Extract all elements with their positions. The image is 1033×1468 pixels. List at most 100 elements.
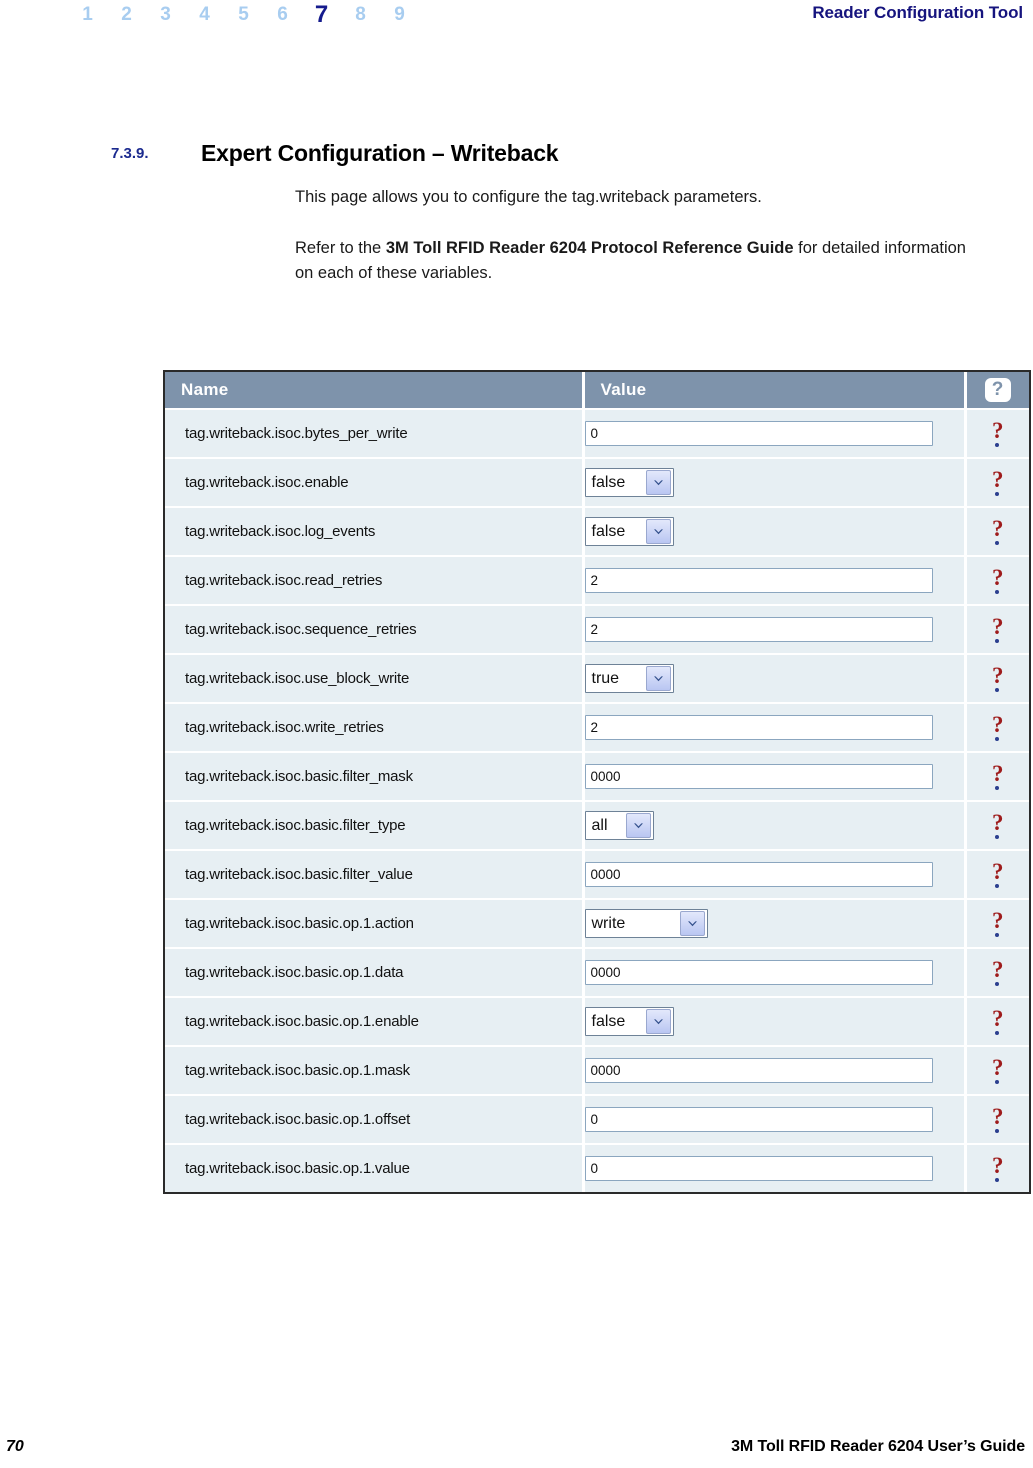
parameter-value-cell: true (583, 654, 967, 704)
dropdown-arrow-button[interactable] (645, 666, 671, 691)
question-mark-help-icon[interactable]: ? (988, 613, 1008, 644)
help-cell[interactable]: ? (965, 899, 1029, 949)
help-icon-dot (994, 442, 999, 447)
dropdown-arrow-button[interactable] (645, 519, 671, 544)
parameter-name: tag.writeback.isoc.read_retries (185, 572, 383, 589)
table-row: tag.writeback.isoc.write_retries? (165, 703, 1029, 753)
value-input[interactable] (584, 568, 933, 593)
tool-title: Reader Configuration Tool (812, 3, 1023, 22)
question-mark-help-icon[interactable]: ? (988, 1103, 1008, 1134)
value-input[interactable] (584, 617, 933, 642)
pager-number-3[interactable]: 3 (146, 2, 185, 28)
help-icon-dot (994, 1079, 999, 1084)
parameter-name-cell: tag.writeback.isoc.enable (165, 458, 585, 508)
column-header-value: Value (583, 372, 967, 410)
value-input[interactable] (584, 1156, 933, 1181)
pager-number-5[interactable]: 5 (224, 2, 263, 28)
question-mark-help-icon[interactable]: ? (988, 958, 1008, 987)
parameter-name-cell: tag.writeback.isoc.use_block_write (165, 654, 585, 704)
chevron-down-icon (653, 528, 663, 534)
value-input[interactable] (584, 421, 933, 446)
help-cell[interactable]: ? (965, 752, 1029, 802)
value-dropdown[interactable]: all (584, 811, 654, 840)
help-cell[interactable]: ? (965, 948, 1029, 998)
pager-number-2[interactable]: 2 (107, 2, 146, 28)
parameter-name-cell: tag.writeback.isoc.sequence_retries (165, 605, 585, 655)
question-mark-help-icon[interactable]: ? (988, 860, 1008, 889)
help-cell[interactable]: ? (965, 1046, 1029, 1096)
question-mark-help-icon[interactable]: ? (988, 417, 1008, 448)
table-row: tag.writeback.isoc.log_events false? (165, 507, 1029, 557)
help-cell[interactable]: ? (965, 1095, 1029, 1145)
pager-number-8[interactable]: 8 (341, 2, 380, 28)
help-cell[interactable]: ? (965, 507, 1029, 557)
parameter-name-cell: tag.writeback.isoc.basic.op.1.action (165, 899, 585, 949)
question-mark-help-icon[interactable]: ? (988, 468, 1008, 497)
dropdown-arrow-button[interactable] (625, 813, 651, 838)
question-mark-help-icon[interactable]: ? (988, 1152, 1008, 1183)
question-mark-help-icon[interactable]: ? (988, 1056, 1008, 1085)
value-input[interactable] (584, 862, 933, 887)
value-dropdown-label: false (591, 474, 626, 491)
pager-number-1[interactable]: 1 (68, 2, 107, 28)
help-cell[interactable]: ? (965, 997, 1029, 1047)
help-cell[interactable]: ? (965, 850, 1029, 900)
help-cell[interactable]: ? (965, 801, 1029, 851)
help-icon-glyph: ? (992, 1152, 1004, 1178)
help-icon-dot (994, 687, 999, 692)
dropdown-arrow-button[interactable] (645, 470, 671, 495)
parameter-name: tag.writeback.isoc.basic.filter_mask (185, 768, 413, 785)
help-cell[interactable]: ? (965, 409, 1029, 459)
value-dropdown[interactable]: false (584, 1007, 674, 1036)
table-row: tag.writeback.isoc.basic.op.1.offset? (165, 1095, 1029, 1145)
question-mark-help-icon[interactable]: ? (988, 811, 1008, 840)
value-dropdown[interactable]: write (584, 909, 708, 938)
parameter-name: tag.writeback.isoc.log_events (185, 523, 376, 540)
help-icon-dot (994, 834, 999, 839)
table-row: tag.writeback.isoc.enable false? (165, 458, 1029, 508)
help-cell[interactable]: ? (965, 1144, 1029, 1192)
parameter-name-cell: tag.writeback.isoc.basic.op.1.value (165, 1144, 585, 1192)
question-mark-help-icon[interactable]: ? (988, 515, 1008, 546)
question-mark-help-icon[interactable]: ? (988, 1007, 1008, 1036)
question-mark-help-icon[interactable]: ? (988, 762, 1008, 791)
table-row: tag.writeback.isoc.sequence_retries? (165, 605, 1029, 655)
help-icon-glyph: ? (992, 613, 1004, 639)
dropdown-arrow-button[interactable] (679, 911, 705, 936)
question-mark-help-icon[interactable]: ? (988, 713, 1008, 742)
help-cell[interactable]: ? (965, 654, 1029, 704)
parameter-value-cell: false (583, 997, 967, 1047)
value-input[interactable] (584, 715, 933, 740)
table-body: tag.writeback.isoc.bytes_per_write?tag.w… (165, 409, 1029, 1192)
pager-number-9[interactable]: 9 (380, 2, 419, 28)
value-dropdown-label: false (591, 1013, 626, 1030)
question-mark-help-icon[interactable]: ? (988, 664, 1008, 693)
value-input[interactable] (584, 764, 933, 789)
help-cell[interactable]: ? (965, 605, 1029, 655)
value-input[interactable] (584, 960, 933, 985)
help-cell[interactable]: ? (965, 458, 1029, 508)
question-mark-help-icon[interactable]: ? (988, 909, 1008, 938)
value-dropdown[interactable]: true (584, 664, 674, 693)
question-mark-help-icon[interactable]: ? (988, 566, 1008, 595)
reference-guide-title: 3M Toll RFID Reader 6204 Protocol Refere… (385, 239, 794, 257)
help-icon-glyph: ? (992, 417, 1004, 443)
value-input[interactable] (584, 1058, 933, 1083)
help-icon-glyph: ? (992, 1103, 1004, 1129)
parameter-name-cell: tag.writeback.isoc.basic.filter_value (165, 850, 585, 900)
pager-number-4[interactable]: 4 (185, 2, 224, 28)
pager-number-6[interactable]: 6 (263, 2, 302, 28)
value-input[interactable] (584, 1107, 933, 1132)
column-header-help[interactable]: ? (965, 372, 1029, 410)
help-badge-icon[interactable]: ? (984, 378, 1011, 402)
help-icon-glyph: ? (992, 515, 1004, 541)
pager-number-7[interactable]: 7 (302, 2, 341, 28)
value-dropdown-label: false (591, 523, 626, 540)
parameter-value-cell (583, 605, 967, 655)
value-dropdown[interactable]: false (584, 468, 674, 497)
value-dropdown[interactable]: false (584, 517, 674, 546)
dropdown-arrow-button[interactable] (645, 1009, 671, 1034)
column-header-name: Name (165, 372, 585, 410)
help-cell[interactable]: ? (965, 556, 1029, 606)
help-cell[interactable]: ? (965, 703, 1029, 753)
